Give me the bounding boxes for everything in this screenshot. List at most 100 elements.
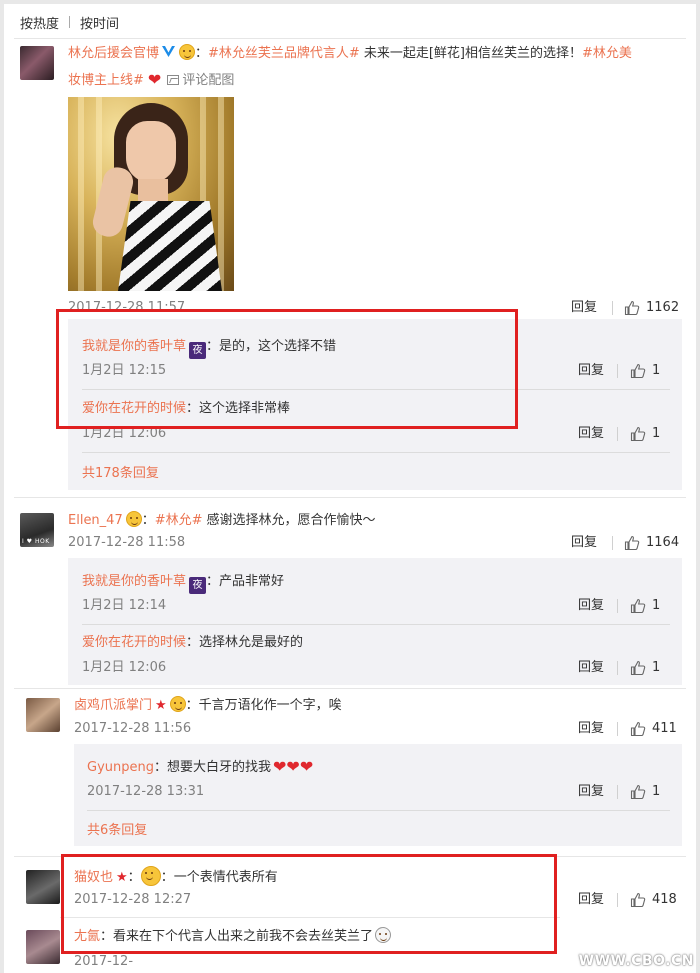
member-badge-icon: 夜 [189,577,207,594]
frame-left [0,0,4,973]
highlight-box [56,309,518,429]
sort-by-time-tab[interactable]: 按时间 [80,13,119,32]
reply-button[interactable]: 回复 [571,299,597,317]
like-button[interactable]: 1162 [624,299,679,317]
frame-right [696,0,700,973]
comment-timestamp: 2017-12-28 11:58 [68,535,186,550]
topic-tag[interactable]: #林允# [155,513,203,528]
avatar[interactable] [20,46,54,80]
fan-badge-icon [125,511,142,527]
reply-timestamp: 1月2日 12:06 [82,660,167,675]
fan-badge-icon [169,696,186,712]
avatar[interactable] [26,698,60,732]
like-button[interactable]: 1 [630,362,660,380]
comment-username[interactable]: Ellen_47 [68,513,123,528]
verified-icon [162,46,176,57]
like-button[interactable]: 418 [630,891,677,909]
topic-tag[interactable]: #林允美 [582,46,632,61]
topic-tag[interactable]: #林允丝芙兰品牌代言人# [208,46,360,61]
like-count: 1 [652,426,661,441]
thumbs-up-icon [630,784,646,800]
comment-divider [14,497,686,498]
reply-button[interactable]: 回复 [578,720,604,738]
action-divider [612,536,613,550]
reply-text: 爱你在花开的时候：选择林允是最好的 [82,635,304,650]
comment-text: 卤鸡爪派掌门 ★ ：千言万语化作一个字，唉 [74,696,342,713]
comment-image-link[interactable]: 评论配图 [182,73,234,88]
star-icon: ★ [155,698,167,713]
like-button[interactable]: 1 [630,659,660,677]
reply-username[interactable]: Gyunpeng [87,760,154,775]
reply-button[interactable]: 回复 [578,597,604,615]
heart-icon: ❤ [299,757,314,776]
avatar[interactable] [26,930,60,964]
comment-username[interactable]: 林允后援会官博 [68,46,159,61]
reply-username[interactable]: 我就是你的香叶草 [82,574,186,589]
more-replies-link[interactable]: 共6条回复 [87,822,147,840]
action-divider [617,427,618,441]
like-count: 1 [652,598,661,613]
reply-text: 我就是你的香叶草夜：产品非常好 [82,573,284,594]
sort-divider [69,16,71,28]
more-replies-link[interactable]: 共178条回复 [82,465,159,483]
like-button[interactable]: 1 [630,597,660,615]
sort-bar-divider [14,38,686,39]
reply-button[interactable]: 回复 [578,783,604,801]
like-count: 1 [652,660,661,675]
thumbs-up-icon [630,892,646,908]
comment-divider [14,688,686,689]
like-button[interactable]: 1 [630,783,660,801]
like-button[interactable]: 1 [630,425,660,443]
sort-by-hot-tab[interactable]: 按热度 [20,13,59,32]
like-button[interactable]: 411 [630,720,677,738]
highlight-box [61,854,557,954]
reply-divider [82,624,670,625]
action-divider [617,599,618,613]
image-icon [167,75,180,85]
thumbs-up-icon [630,363,646,379]
action-divider [612,301,613,315]
thumbs-up-icon [630,660,646,676]
thumbs-up-icon [624,535,640,551]
like-count: 1164 [646,535,680,550]
comment-timestamp: 2017-12- [74,954,134,969]
heart-icon: ❤ [147,70,162,89]
reply-button[interactable]: 回复 [578,659,604,677]
reply-divider [82,452,670,453]
comment-image[interactable] [68,97,234,291]
sort-bar: 按热度 按时间 [20,11,119,33]
comment-timestamp: 2017-12-28 11:56 [74,721,192,736]
reply-button[interactable]: 回复 [571,534,597,552]
reply-timestamp: 2017-12-28 13:31 [87,784,205,799]
reply-text: Gyunpeng：想要大白牙的找我 ❤❤❤ [87,757,314,776]
thumbs-up-icon [630,721,646,737]
reply-button[interactable]: 回复 [578,362,604,380]
avatar[interactable] [26,870,60,904]
action-divider [617,722,618,736]
action-divider [617,661,618,675]
avatar[interactable]: I ♥ HOK [20,513,54,547]
frame-top [0,0,700,4]
like-count: 1 [652,784,661,799]
topic-tag[interactable]: 妆博主上线# [68,73,144,88]
comment-text: 林允后援会官博 ：#林允丝芙兰品牌代言人# 未来一起走[鲜花]相信丝芙兰的选择！#林… [68,44,632,61]
like-count: 1162 [646,300,680,315]
reply-timestamp: 1月2日 12:14 [82,598,167,613]
action-divider [617,364,618,378]
reply-divider [87,810,670,811]
like-count: 411 [652,721,677,736]
action-divider [617,785,618,799]
comment-username[interactable]: 卤鸡爪派掌门 [74,698,152,713]
thumbs-up-icon [630,426,646,442]
comment-text-continued: 妆博主上线# ❤ 评论配图 [68,71,234,90]
reply-button[interactable]: 回复 [578,891,604,909]
comment-text: Ellen_47 ：#林允# 感谢选择林允，愿合作愉快～ [68,511,376,528]
reply-button[interactable]: 回复 [578,425,604,443]
like-count: 1 [652,363,661,378]
watermark: WWW.CBO.CN [578,953,694,969]
like-button[interactable]: 1164 [624,534,679,552]
reply-username[interactable]: 爱你在花开的时候 [82,635,186,650]
heart-icon: ❤ [286,757,300,776]
action-divider [617,893,618,907]
fan-badge-icon [179,44,196,60]
